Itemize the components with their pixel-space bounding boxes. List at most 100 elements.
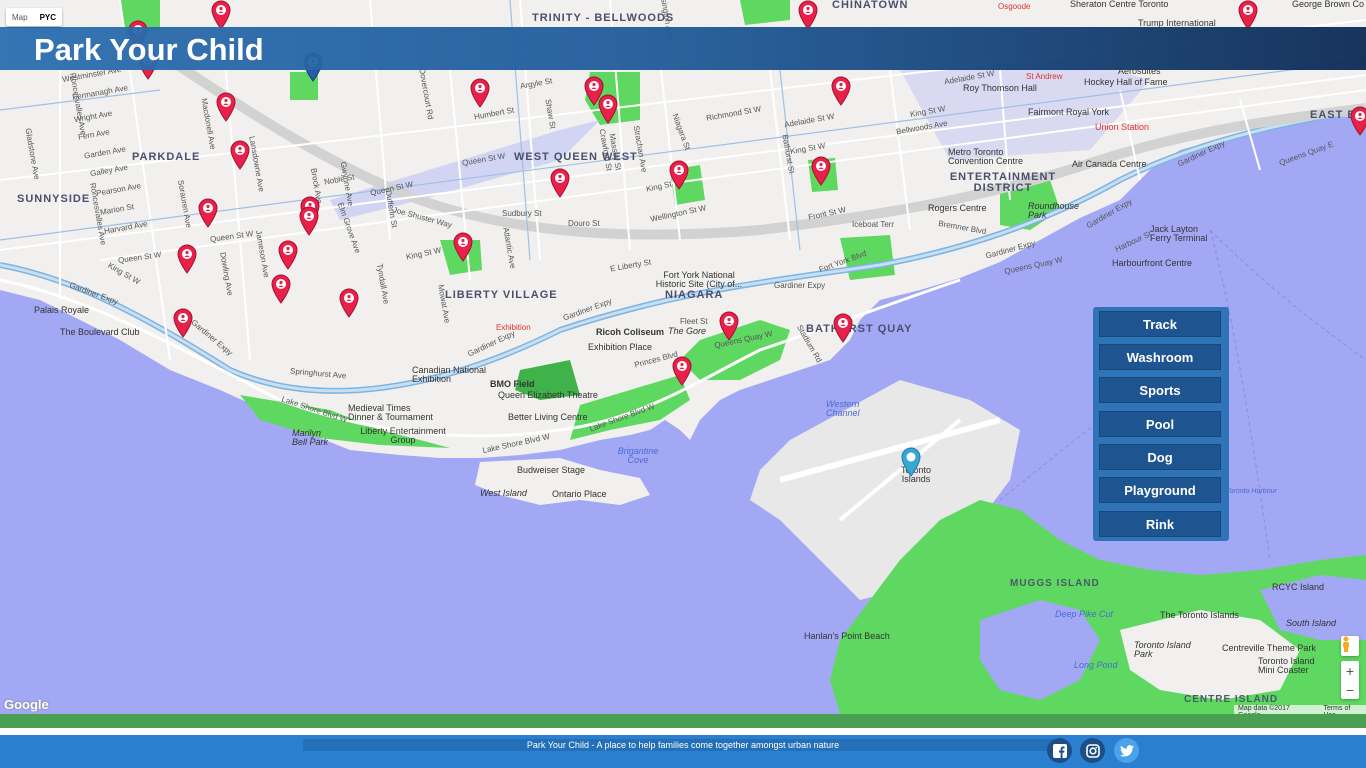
- park-pin-icon: [198, 198, 218, 228]
- map-label-poi: Harbourfront Centre: [1112, 258, 1193, 268]
- map-type-pyc[interactable]: PYC: [34, 8, 62, 26]
- park-marker[interactable]: [832, 313, 854, 343]
- map-label-street: Iceboat Terr: [852, 220, 895, 229]
- map-label-poi: Ontario Place: [552, 489, 607, 499]
- filter-sports-button[interactable]: Sports: [1099, 377, 1221, 403]
- island-marker[interactable]: [900, 447, 922, 477]
- map-label-district: ENTERTAINMENT DISTRICT: [949, 171, 1057, 194]
- map-label-poi: Queen Elizabeth Theatre: [498, 390, 598, 400]
- filter-track-button[interactable]: Track: [1099, 311, 1221, 337]
- street-view-pegman[interactable]: [1341, 636, 1359, 656]
- park-marker[interactable]: [597, 94, 619, 124]
- park-pin-icon: [216, 92, 236, 122]
- zoom-out-button[interactable]: −: [1341, 680, 1359, 699]
- park-marker[interactable]: [668, 160, 690, 190]
- map-label-poi: Roy Thomson Hall: [963, 83, 1037, 93]
- map-label-poi: Rogers Centre: [928, 203, 987, 213]
- map-label-poi: Better Living Centre: [508, 412, 588, 422]
- park-marker[interactable]: [469, 78, 491, 108]
- map-label-poi: The Toronto Islands: [1160, 610, 1239, 620]
- map-label-poi: Toronto Island Mini Coaster: [1258, 656, 1315, 675]
- park-marker[interactable]: [1237, 0, 1259, 30]
- park-marker[interactable]: [298, 206, 320, 236]
- map-label-street: Douro St: [568, 219, 600, 228]
- park-pin-icon: [453, 232, 473, 262]
- site-header: Park Your Child: [0, 27, 1366, 70]
- park-pin-icon: [672, 356, 692, 386]
- map-label-street: Sudbury St: [502, 209, 542, 218]
- map-label-poi: Sheraton Centre Toronto: [1070, 0, 1169, 9]
- park-marker[interactable]: [277, 240, 299, 270]
- map-label-district: BATHURST QUAY: [806, 323, 913, 335]
- park-pin-icon: [669, 160, 689, 190]
- map-label-district: SUNNYSIDE: [17, 193, 91, 205]
- park-pin-icon: [230, 140, 250, 170]
- map-label-poi: Marilyn Bell Park: [292, 428, 329, 447]
- instagram-icon: [1085, 743, 1100, 758]
- park-marker[interactable]: [549, 168, 571, 198]
- footer-tagline: Park Your Child - A place to help famili…: [526, 740, 840, 750]
- facebook-link[interactable]: [1047, 738, 1072, 763]
- park-marker[interactable]: [671, 356, 693, 386]
- map-label-district: LIBERTY VILLAGE: [445, 289, 558, 301]
- map-label-poi: The Gore: [668, 326, 707, 336]
- terms-of-use-link[interactable]: Terms of Use: [1323, 705, 1362, 714]
- map-label-poi: The Boulevard Club: [60, 327, 140, 337]
- facebook-icon: [1052, 743, 1067, 758]
- park-pin-icon: [598, 94, 618, 124]
- site-footer: Park Your Child - A place to help famili…: [0, 735, 1366, 768]
- map-label-district: NIAGARA: [665, 289, 724, 301]
- instagram-link[interactable]: [1080, 738, 1105, 763]
- filter-playground-button[interactable]: Playground: [1099, 477, 1221, 503]
- map-label-poi: Exhibition Place: [588, 342, 653, 352]
- map-label-poi: BMO Field: [490, 379, 535, 389]
- map-type-map[interactable]: Map: [6, 8, 34, 26]
- map-type-control: Map PYC: [6, 8, 63, 26]
- map-label-poi: Hanlan's Point Beach: [804, 631, 890, 641]
- park-marker[interactable]: [810, 156, 832, 186]
- park-marker[interactable]: [197, 198, 219, 228]
- map-label-district: PARKDALE: [132, 151, 201, 163]
- park-pin-icon: [339, 288, 359, 318]
- map-label-water: Western Channel: [826, 399, 860, 418]
- map-label-poi: Centreville Theme Park: [1222, 643, 1316, 653]
- map-label-poi: West Island: [480, 488, 527, 498]
- twitter-link[interactable]: [1114, 738, 1139, 763]
- google-logo[interactable]: Google: [4, 697, 49, 712]
- footer-accent-bar: [0, 714, 1366, 728]
- park-pin-icon: [177, 244, 197, 274]
- location-pin-icon: [901, 447, 921, 477]
- map-label-poi: Ricoh Coliseum: [596, 327, 665, 337]
- park-marker[interactable]: [338, 288, 360, 318]
- map-label-poi: Fort York National Historic Site (City o…: [655, 270, 743, 289]
- map-label-water: Long Pond: [1074, 660, 1118, 670]
- map-label-street: Fleet St: [680, 317, 708, 326]
- park-marker[interactable]: [176, 244, 198, 274]
- zoom-in-button[interactable]: +: [1341, 661, 1359, 680]
- map-label-street: Gardiner Expy: [774, 281, 826, 290]
- filter-dog-button[interactable]: Dog: [1099, 444, 1221, 470]
- park-marker[interactable]: [452, 232, 474, 262]
- park-pin-icon: [831, 76, 851, 106]
- park-marker[interactable]: [718, 311, 740, 341]
- filter-rink-button[interactable]: Rink: [1099, 511, 1221, 537]
- map-label-island: CENTRE ISLAND: [1184, 694, 1279, 705]
- park-marker[interactable]: [172, 308, 194, 338]
- filter-washroom-button[interactable]: Washroom: [1099, 344, 1221, 370]
- park-pin-icon: [798, 0, 818, 30]
- map-label-poi: Budweiser Stage: [517, 465, 586, 475]
- filter-pool-button[interactable]: Pool: [1099, 411, 1221, 437]
- park-marker[interactable]: [229, 140, 251, 170]
- park-marker[interactable]: [830, 76, 852, 106]
- park-marker[interactable]: [210, 0, 232, 30]
- map-label-poi: Toronto Island Park: [1134, 640, 1191, 659]
- map-label-poi: Jack Layton Ferry Terminal: [1150, 224, 1208, 243]
- site-title[interactable]: Park Your Child: [34, 32, 264, 68]
- filter-panel: Track Washroom Sports Pool Dog Playgroun…: [1093, 307, 1229, 541]
- park-marker[interactable]: [797, 0, 819, 30]
- park-marker[interactable]: [1349, 106, 1366, 136]
- park-marker[interactable]: [270, 274, 292, 304]
- park-pin-icon: [550, 168, 570, 198]
- park-marker[interactable]: [215, 92, 237, 122]
- park-pin-icon: [833, 313, 853, 343]
